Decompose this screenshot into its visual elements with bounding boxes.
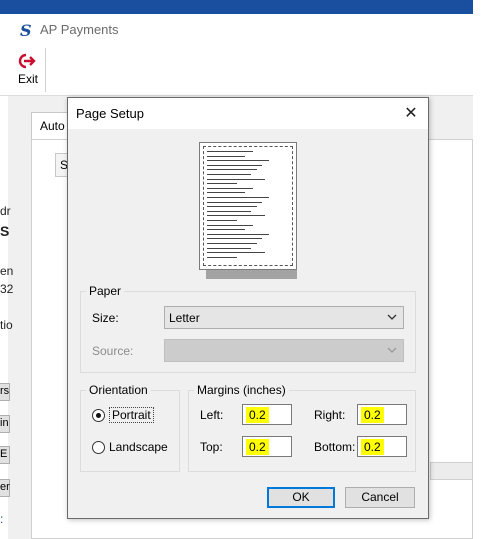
page-preview-margins [203, 146, 293, 266]
preview-text-line [207, 252, 265, 254]
close-button[interactable]: ✕ [400, 103, 422, 125]
side-button[interactable]: in [0, 415, 10, 433]
size-value: Letter [169, 311, 200, 325]
grid-row [430, 462, 473, 480]
left-margin-field[interactable]: 0.2 [242, 404, 292, 425]
dialog-titlebar: Page Setup ✕ [68, 98, 428, 129]
preview-text-line [207, 164, 262, 166]
right-margin-value: 0.2 [361, 407, 384, 423]
ok-button[interactable]: OK [267, 487, 335, 508]
app-logo-icon: S [20, 21, 32, 40]
margins-group [188, 390, 416, 472]
ribbon-separator [45, 48, 46, 92]
preview-text-line [207, 238, 262, 240]
cancel-button[interactable]: Cancel [345, 487, 415, 508]
preview-text-line [207, 201, 262, 203]
source-dropdown [164, 339, 404, 362]
top-margin-label: Top: [200, 440, 223, 454]
page-preview [199, 142, 297, 279]
preview-text-line [207, 169, 257, 171]
chevron-down-icon [387, 314, 397, 320]
close-icon: ✕ [404, 105, 418, 122]
window-top-strip [0, 0, 473, 14]
preview-text-line [207, 206, 257, 208]
right-margin-field[interactable]: 0.2 [357, 404, 407, 425]
orientation-group [80, 390, 180, 472]
label-fragment: en [0, 264, 14, 278]
side-button[interactable]: rs [0, 383, 10, 401]
size-label: Size: [92, 311, 119, 325]
side-button[interactable]: er [0, 479, 10, 497]
preview-text-line [207, 197, 269, 198]
bottom-margin-field[interactable]: 0.2 [357, 436, 407, 457]
preview-text-line [207, 256, 237, 258]
paper-group-label: Paper [86, 284, 125, 298]
preview-text-line [207, 229, 245, 231]
dialog-title: Page Setup [76, 106, 144, 121]
preview-text-line [207, 155, 245, 157]
radio-unchecked-icon [92, 440, 105, 454]
page-setup-dialog: Page Setup ✕ Paper Size: Letter Source: … [67, 97, 429, 519]
preview-text-line [207, 224, 253, 226]
margins-group-label: Margins (inches) [194, 383, 289, 397]
preview-text-line [207, 183, 237, 185]
preview-text-line [207, 233, 269, 235]
label-fragment: S [0, 223, 10, 239]
preview-text-line [207, 192, 245, 194]
chevron-down-icon [387, 347, 397, 353]
orientation-group-label: Orientation [86, 383, 151, 397]
top-margin-field[interactable]: 0.2 [242, 436, 292, 457]
bottom-margin-label: Bottom: [314, 440, 356, 454]
preview-text-line [207, 215, 265, 217]
preview-text-line [207, 247, 251, 249]
portrait-label: Portrait [109, 407, 154, 423]
left-margin-value: 0.2 [246, 407, 269, 423]
label-fragment: tio [0, 318, 13, 332]
exit-icon [18, 53, 36, 69]
preview-text-line [207, 220, 237, 221]
label-fragment: 32 [0, 282, 14, 296]
exit-label: Exit [18, 72, 39, 86]
label-fragment: dr [0, 204, 11, 218]
landscape-radio[interactable]: Landscape [92, 440, 168, 454]
source-label: Source: [92, 344, 134, 358]
top-margin-value: 0.2 [246, 439, 269, 455]
radio-checked-icon [92, 408, 105, 422]
portrait-radio[interactable]: Portrait [92, 407, 154, 423]
preview-text-line [207, 210, 251, 212]
right-margin-label: Right: [314, 408, 346, 422]
size-dropdown[interactable]: Letter [164, 306, 404, 329]
tab-auto[interactable]: Auto [31, 112, 71, 140]
preview-text-line [207, 187, 253, 189]
preview-text-line [207, 174, 251, 175]
side-button[interactable]: E [0, 446, 10, 464]
preview-text-line [207, 243, 257, 244]
page-preview-sheet [199, 142, 297, 270]
preview-text-line [207, 151, 253, 152]
ribbon [0, 44, 473, 96]
preview-text-line [207, 160, 269, 162]
bottom-margin-value: 0.2 [361, 439, 384, 455]
left-margin-label: Left: [200, 408, 224, 422]
landscape-label: Landscape [109, 440, 168, 454]
label-fragment: : [0, 512, 4, 526]
app-title: AP Payments [40, 22, 119, 37]
exit-button[interactable]: Exit [14, 52, 44, 90]
preview-text-line [207, 178, 265, 180]
